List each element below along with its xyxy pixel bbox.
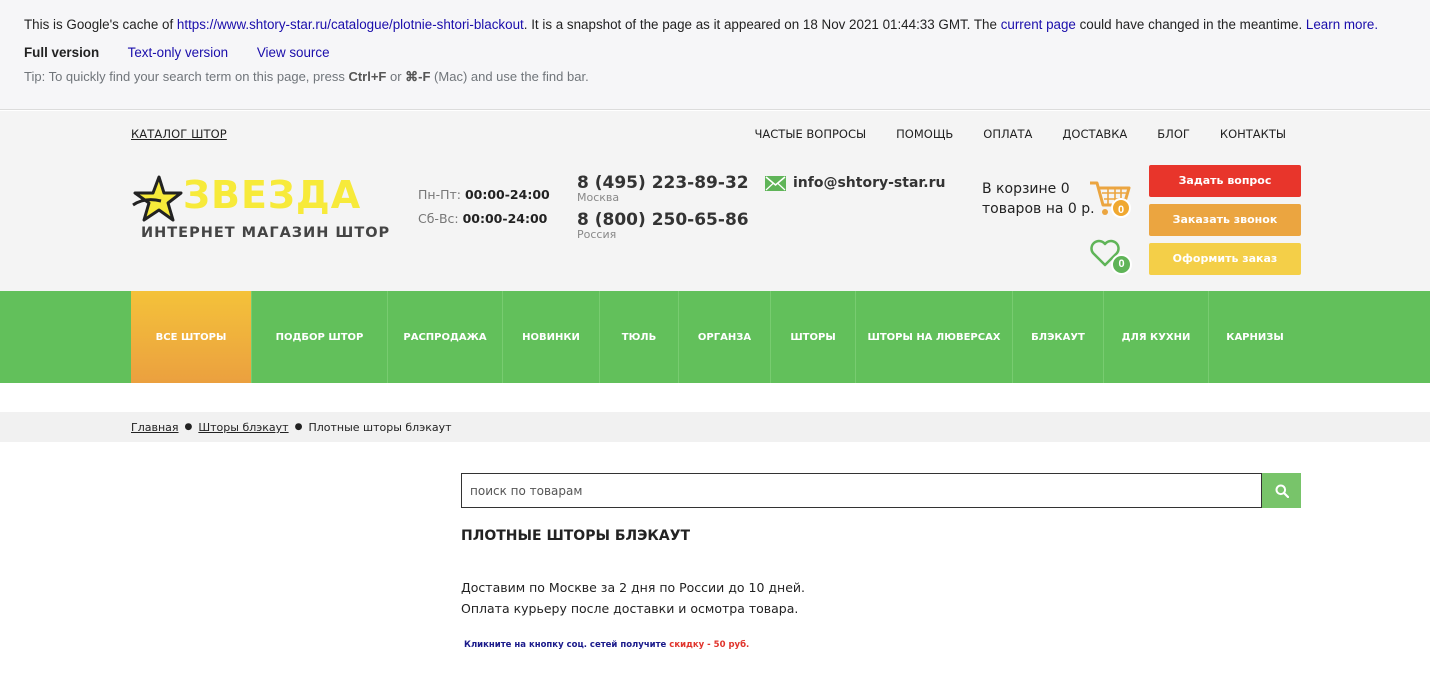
hours-weekdays-label: Пн-Пт: xyxy=(418,187,465,202)
nav-curtains[interactable]: ШТОРЫ xyxy=(771,291,856,383)
hours-weekdays-time: 00:00-24:00 xyxy=(464,187,550,202)
ask-question-button[interactable]: Задать вопрос xyxy=(1149,165,1301,197)
catalog-link[interactable]: КАТАЛОГ ШТОР xyxy=(131,127,227,141)
nav-kitchen[interactable]: ДЛЯ КУХНИ xyxy=(1104,291,1209,383)
cached-url-link[interactable]: https://www.shtory-star.ru/catalogue/plo… xyxy=(177,17,524,32)
logo-subtitle: ИНТЕРНЕТ МАГАЗИН ШТОР xyxy=(141,225,391,241)
cache-notice-prefix: This is Google's cache of xyxy=(24,17,177,32)
tip-key-ctrl-f: Ctrl+F xyxy=(348,69,387,84)
cart-summary[interactable]: В корзине 0 товаров на 0 р. xyxy=(982,179,1095,219)
phone-russia[interactable]: 8 (800) 250-65-86 xyxy=(577,210,749,230)
nav-all-curtains[interactable]: ВСЕ ШТОРЫ xyxy=(131,291,252,383)
nav-sale[interactable]: РАСПРОДАЖА xyxy=(388,291,503,383)
cache-notice-suffix: could have changed in the meantime. xyxy=(1075,17,1306,32)
site-header: КАТАЛОГ ШТОР ЧАСТЫЕ ВОПРОСЫ ПОМОЩЬ ОПЛАТ… xyxy=(0,111,1430,291)
email-link[interactable]: info@shtory-star.ru xyxy=(765,175,946,191)
hours-weekend-time: 00:00-24:00 xyxy=(462,211,548,226)
delivery-info: Доставим по Москве за 2 дня по России до… xyxy=(461,577,805,619)
tip-or: or xyxy=(386,69,406,84)
cart-summary-line1: В корзине 0 xyxy=(982,181,1070,197)
hours-weekend: Сб-Вс: 00:00-24:00 xyxy=(418,207,550,231)
nav-curtain-selection[interactable]: ПОДБОР ШТОР xyxy=(252,291,388,383)
breadcrumb: Главная ● Шторы блэкаут ● Плотные шторы … xyxy=(131,421,452,434)
full-version-label: Full version xyxy=(24,45,100,60)
favorites-count-badge: 0 xyxy=(1111,254,1132,275)
current-page-link[interactable]: current page xyxy=(1001,17,1076,32)
tip-prefix: Tip: To quickly find your search term on… xyxy=(24,69,349,84)
promo-discount: скидку - 50 руб. xyxy=(669,640,750,650)
nav-blackout[interactable]: БЛЭКАУТ xyxy=(1013,291,1104,383)
nav-grommet-curtains[interactable]: ШТОРЫ НА ЛЮВЕРСАХ xyxy=(856,291,1013,383)
search-input[interactable] xyxy=(462,474,1261,507)
envelope-icon xyxy=(765,175,786,191)
phone-moscow[interactable]: 8 (495) 223-89-32 xyxy=(577,173,749,193)
cache-notice: This is Google's cache of https://www.sh… xyxy=(24,17,1378,32)
cart-count-badge: 0 xyxy=(1111,198,1131,218)
learn-more-link[interactable]: Learn more. xyxy=(1306,17,1378,32)
top-nav: ЧАСТЫЕ ВОПРОСЫ ПОМОЩЬ ОПЛАТА ДОСТАВКА БЛ… xyxy=(755,127,1286,141)
text-only-version-link[interactable]: Text-only version xyxy=(128,45,228,60)
top-nav-faq[interactable]: ЧАСТЫЕ ВОПРОСЫ xyxy=(755,127,867,141)
product-search xyxy=(461,473,1262,508)
hours-weekend-label: Сб-Вс: xyxy=(418,211,463,226)
star-icon xyxy=(132,175,183,222)
cache-banner: This is Google's cache of https://www.sh… xyxy=(0,0,1430,110)
request-call-button[interactable]: Заказать звонок xyxy=(1149,204,1301,236)
top-nav-help[interactable]: ПОМОЩЬ xyxy=(896,127,953,141)
delivery-info-line2: Оплата курьеру после доставки и осмотра … xyxy=(461,601,799,616)
phone-block: 8 (495) 223-89-32 Москва 8 (800) 250-65-… xyxy=(577,173,749,247)
tip-suffix: (Mac) and use the find bar. xyxy=(430,69,589,84)
breadcrumb-separator: ● xyxy=(294,422,303,432)
cache-version-links: Full version Text-only version View sour… xyxy=(24,45,355,60)
view-source-link[interactable]: View source xyxy=(257,45,330,60)
top-nav-blog[interactable]: БЛОГ xyxy=(1157,127,1190,141)
nav-organza[interactable]: ОРГАНЗА xyxy=(679,291,771,383)
cart-summary-line2: товаров на 0 р. xyxy=(982,201,1095,217)
delivery-info-line1: Доставим по Москве за 2 дня по России до… xyxy=(461,580,806,595)
cache-tip: Tip: To quickly find your search term on… xyxy=(24,69,589,85)
breadcrumb-current: Плотные шторы блэкаут xyxy=(308,421,452,434)
social-discount-promo: Кликните на кнопку соц. сетей получите с… xyxy=(464,640,749,650)
search-button[interactable] xyxy=(1262,473,1301,508)
breadcrumb-section[interactable]: Шторы блэкаут xyxy=(198,421,288,434)
working-hours: Пн-Пт: 00:00-24:00 Сб-Вс: 00:00-24:00 xyxy=(418,183,550,231)
search-icon xyxy=(1275,484,1289,498)
email-text: info@shtory-star.ru xyxy=(793,175,946,191)
top-nav-payment[interactable]: ОПЛАТА xyxy=(983,127,1032,141)
breadcrumb-bar: Главная ● Шторы блэкаут ● Плотные шторы … xyxy=(0,412,1430,442)
nav-cornices[interactable]: КАРНИЗЫ xyxy=(1209,291,1301,383)
place-order-button[interactable]: Оформить заказ xyxy=(1149,243,1301,275)
top-nav-delivery[interactable]: ДОСТАВКА xyxy=(1062,127,1127,141)
hours-weekdays: Пн-Пт: 00:00-24:00 xyxy=(418,183,550,207)
breadcrumb-separator: ● xyxy=(184,422,193,432)
nav-new[interactable]: НОВИНКИ xyxy=(503,291,600,383)
logo-wordmark: ЗВЕЗДА xyxy=(183,173,362,217)
main-nav: ВСЕ ШТОРЫ ПОДБОР ШТОР РАСПРОДАЖА НОВИНКИ… xyxy=(0,291,1430,383)
tip-key-cmd-f: ⌘-F xyxy=(405,69,431,84)
top-nav-contacts[interactable]: КОНТАКТЫ xyxy=(1220,127,1286,141)
promo-text: Кликните на кнопку соц. сетей получите xyxy=(464,640,670,650)
cache-notice-middle: . It is a snapshot of the page as it app… xyxy=(523,17,1001,32)
breadcrumb-home[interactable]: Главная xyxy=(131,421,179,434)
site-logo[interactable]: ЗВЕЗДА ИНТЕРНЕТ МАГАЗИН ШТОР xyxy=(131,173,389,249)
page-title: ПЛОТНЫЕ ШТОРЫ БЛЭКАУТ xyxy=(461,528,691,544)
nav-tulle[interactable]: ТЮЛЬ xyxy=(600,291,679,383)
